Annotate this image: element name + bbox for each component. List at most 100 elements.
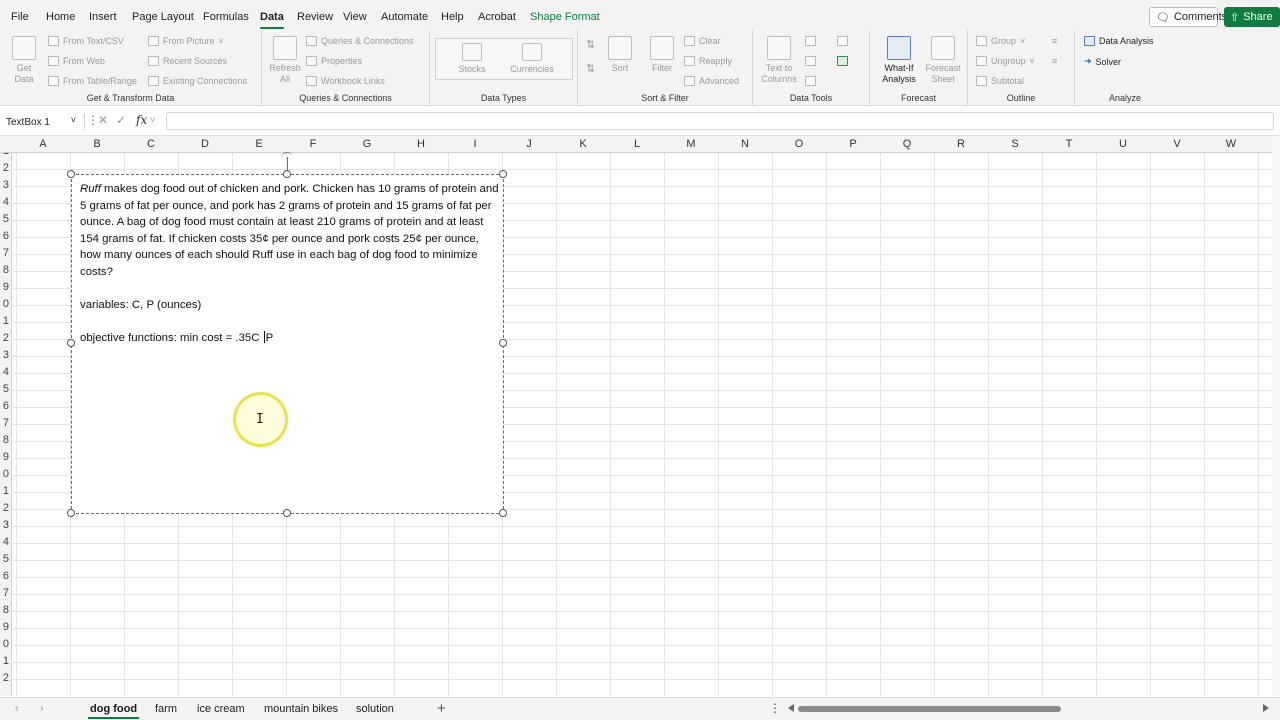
column-header-v[interactable]: V: [1150, 138, 1204, 150]
data-analysis-button[interactable]: Data Analysis: [1084, 36, 1154, 46]
row-header-number[interactable]: 7: [3, 417, 9, 429]
relationships-button[interactable]: [837, 56, 848, 66]
tab-view[interactable]: View: [343, 11, 367, 23]
column-header-s[interactable]: S: [988, 138, 1042, 150]
resize-handle-top[interactable]: [283, 170, 291, 178]
column-header-k[interactable]: K: [556, 138, 610, 150]
recent-sources-button[interactable]: Recent Sources: [148, 56, 227, 66]
column-header-u[interactable]: U: [1096, 138, 1150, 150]
row-header-number[interactable]: 3: [3, 519, 9, 531]
show-detail-button[interactable]: ≡: [1052, 36, 1057, 46]
column-header-t[interactable]: T: [1042, 138, 1096, 150]
row-header-number[interactable]: 6: [3, 230, 9, 242]
resize-handle-bottom-right[interactable]: [499, 509, 507, 517]
chevron-left-icon[interactable]: ‹: [15, 703, 19, 715]
row-header-number[interactable]: 2: [3, 332, 9, 344]
what-if-analysis-button[interactable]: What-If Analysis: [876, 36, 922, 85]
row-header-number[interactable]: 5: [3, 553, 9, 565]
vertical-scrollbar[interactable]: [1272, 136, 1280, 696]
sort-button[interactable]: Sort: [606, 36, 634, 74]
text-to-columns-button[interactable]: Text to Columns: [759, 36, 799, 85]
column-header-g[interactable]: G: [340, 138, 394, 150]
resize-handle-left[interactable]: [67, 339, 75, 347]
row-header-number[interactable]: 4: [3, 536, 9, 548]
row-header-number[interactable]: 1: [3, 153, 9, 157]
from-web-button[interactable]: From Web: [48, 56, 105, 66]
column-header-i[interactable]: I: [448, 138, 502, 150]
from-text-csv-button[interactable]: From Text/CSV: [48, 36, 124, 46]
tab-file[interactable]: File: [11, 11, 29, 23]
resize-handle-bottom[interactable]: [283, 509, 291, 517]
column-header-c[interactable]: C: [124, 138, 178, 150]
forecast-sheet-button[interactable]: Forecast Sheet: [924, 36, 962, 85]
data-validation-button[interactable]: [805, 76, 816, 86]
column-header-w[interactable]: W: [1204, 138, 1258, 150]
formula-input[interactable]: [166, 112, 1274, 130]
stocks-button[interactable]: Stocks: [442, 43, 502, 75]
tab-home[interactable]: Home: [46, 11, 75, 23]
data-types-gallery[interactable]: Stocks Currencies: [435, 38, 573, 80]
row-header-number[interactable]: 2: [3, 502, 9, 514]
sheet-tab-dog-food[interactable]: dog food: [87, 703, 140, 719]
tab-help[interactable]: Help: [441, 11, 464, 23]
existing-connections-button[interactable]: Existing Connections: [148, 76, 247, 86]
column-header-l[interactable]: L: [610, 138, 664, 150]
row-header-number[interactable]: 7: [3, 587, 9, 599]
enter-icon[interactable]: ✓: [116, 113, 126, 127]
group-button[interactable]: Group ˅: [976, 36, 1025, 46]
column-header-m[interactable]: M: [664, 138, 718, 150]
row-header-number[interactable]: 4: [3, 196, 9, 208]
ungroup-button[interactable]: Ungroup ˅: [976, 56, 1035, 66]
column-header-o[interactable]: O: [772, 138, 826, 150]
row-header-number[interactable]: 6: [3, 570, 9, 582]
row-header-number[interactable]: 8: [3, 264, 9, 276]
row-header-number[interactable]: 0: [3, 468, 9, 480]
resize-handle-top-left[interactable]: [67, 170, 75, 178]
resize-handle-top-right[interactable]: [499, 170, 507, 178]
row-header-number[interactable]: 9: [3, 451, 9, 463]
row-header-number[interactable]: 1: [3, 315, 9, 327]
sheet-tab-mountain-bikes[interactable]: mountain bikes: [264, 703, 338, 715]
sheet-tab-ice-cream[interactable]: ice cream: [197, 703, 245, 715]
chevron-right-icon[interactable]: ›: [40, 703, 44, 715]
clear-filter-button[interactable]: Clear: [684, 36, 721, 46]
resize-handle-bottom-left[interactable]: [67, 509, 75, 517]
workbook-links-button[interactable]: Workbook Links: [306, 76, 385, 86]
add-sheet-button[interactable]: +: [437, 700, 446, 717]
row-header-number[interactable]: 5: [3, 383, 9, 395]
horizontal-scroll-thumb[interactable]: [798, 706, 1061, 712]
get-data-button[interactable]: Get Data: [8, 36, 40, 85]
sheet-tab-solution[interactable]: solution: [356, 703, 394, 715]
from-picture-button[interactable]: From Picture ˅: [148, 36, 224, 46]
advanced-filter-button[interactable]: Advanced: [684, 76, 739, 86]
row-header-number[interactable]: 3: [3, 349, 9, 361]
row-header-number[interactable]: 9: [3, 281, 9, 293]
row-header-number[interactable]: 0: [3, 298, 9, 310]
column-header-d[interactable]: D: [178, 138, 232, 150]
row-header-number[interactable]: 3: [3, 179, 9, 191]
column-header-j[interactable]: J: [502, 138, 556, 150]
row-header-number[interactable]: 7: [3, 247, 9, 259]
flash-fill-button[interactable]: [805, 36, 816, 46]
row-header-number[interactable]: 6: [3, 400, 9, 412]
share-button[interactable]: ⇧ Share: [1224, 7, 1280, 27]
sort-za-button[interactable]: ⇅: [586, 62, 595, 75]
cancel-icon[interactable]: ✕: [98, 113, 108, 127]
remove-duplicates-button[interactable]: [805, 56, 816, 66]
solver-button[interactable]: ➜ Solver: [1084, 56, 1121, 67]
sheet-tab-farm[interactable]: farm: [155, 703, 177, 715]
column-header-f[interactable]: F: [286, 138, 340, 150]
tab-insert[interactable]: Insert: [89, 11, 117, 23]
column-header-e[interactable]: E: [232, 138, 286, 150]
row-header-number[interactable]: 2: [3, 162, 9, 174]
tab-acrobat[interactable]: Acrobat: [478, 11, 516, 23]
row-header-number[interactable]: 8: [3, 604, 9, 616]
reapply-button[interactable]: Reapply: [684, 56, 732, 66]
scroll-left-icon[interactable]: [788, 704, 794, 712]
tab-review[interactable]: Review: [297, 11, 333, 23]
consolidate-button[interactable]: [837, 36, 848, 46]
refresh-all-button[interactable]: Refresh All: [268, 36, 302, 85]
from-table-range-button[interactable]: From Table/Range: [48, 76, 137, 86]
row-header-number[interactable]: 8: [3, 434, 9, 446]
row-header-number[interactable]: 1: [3, 655, 9, 667]
